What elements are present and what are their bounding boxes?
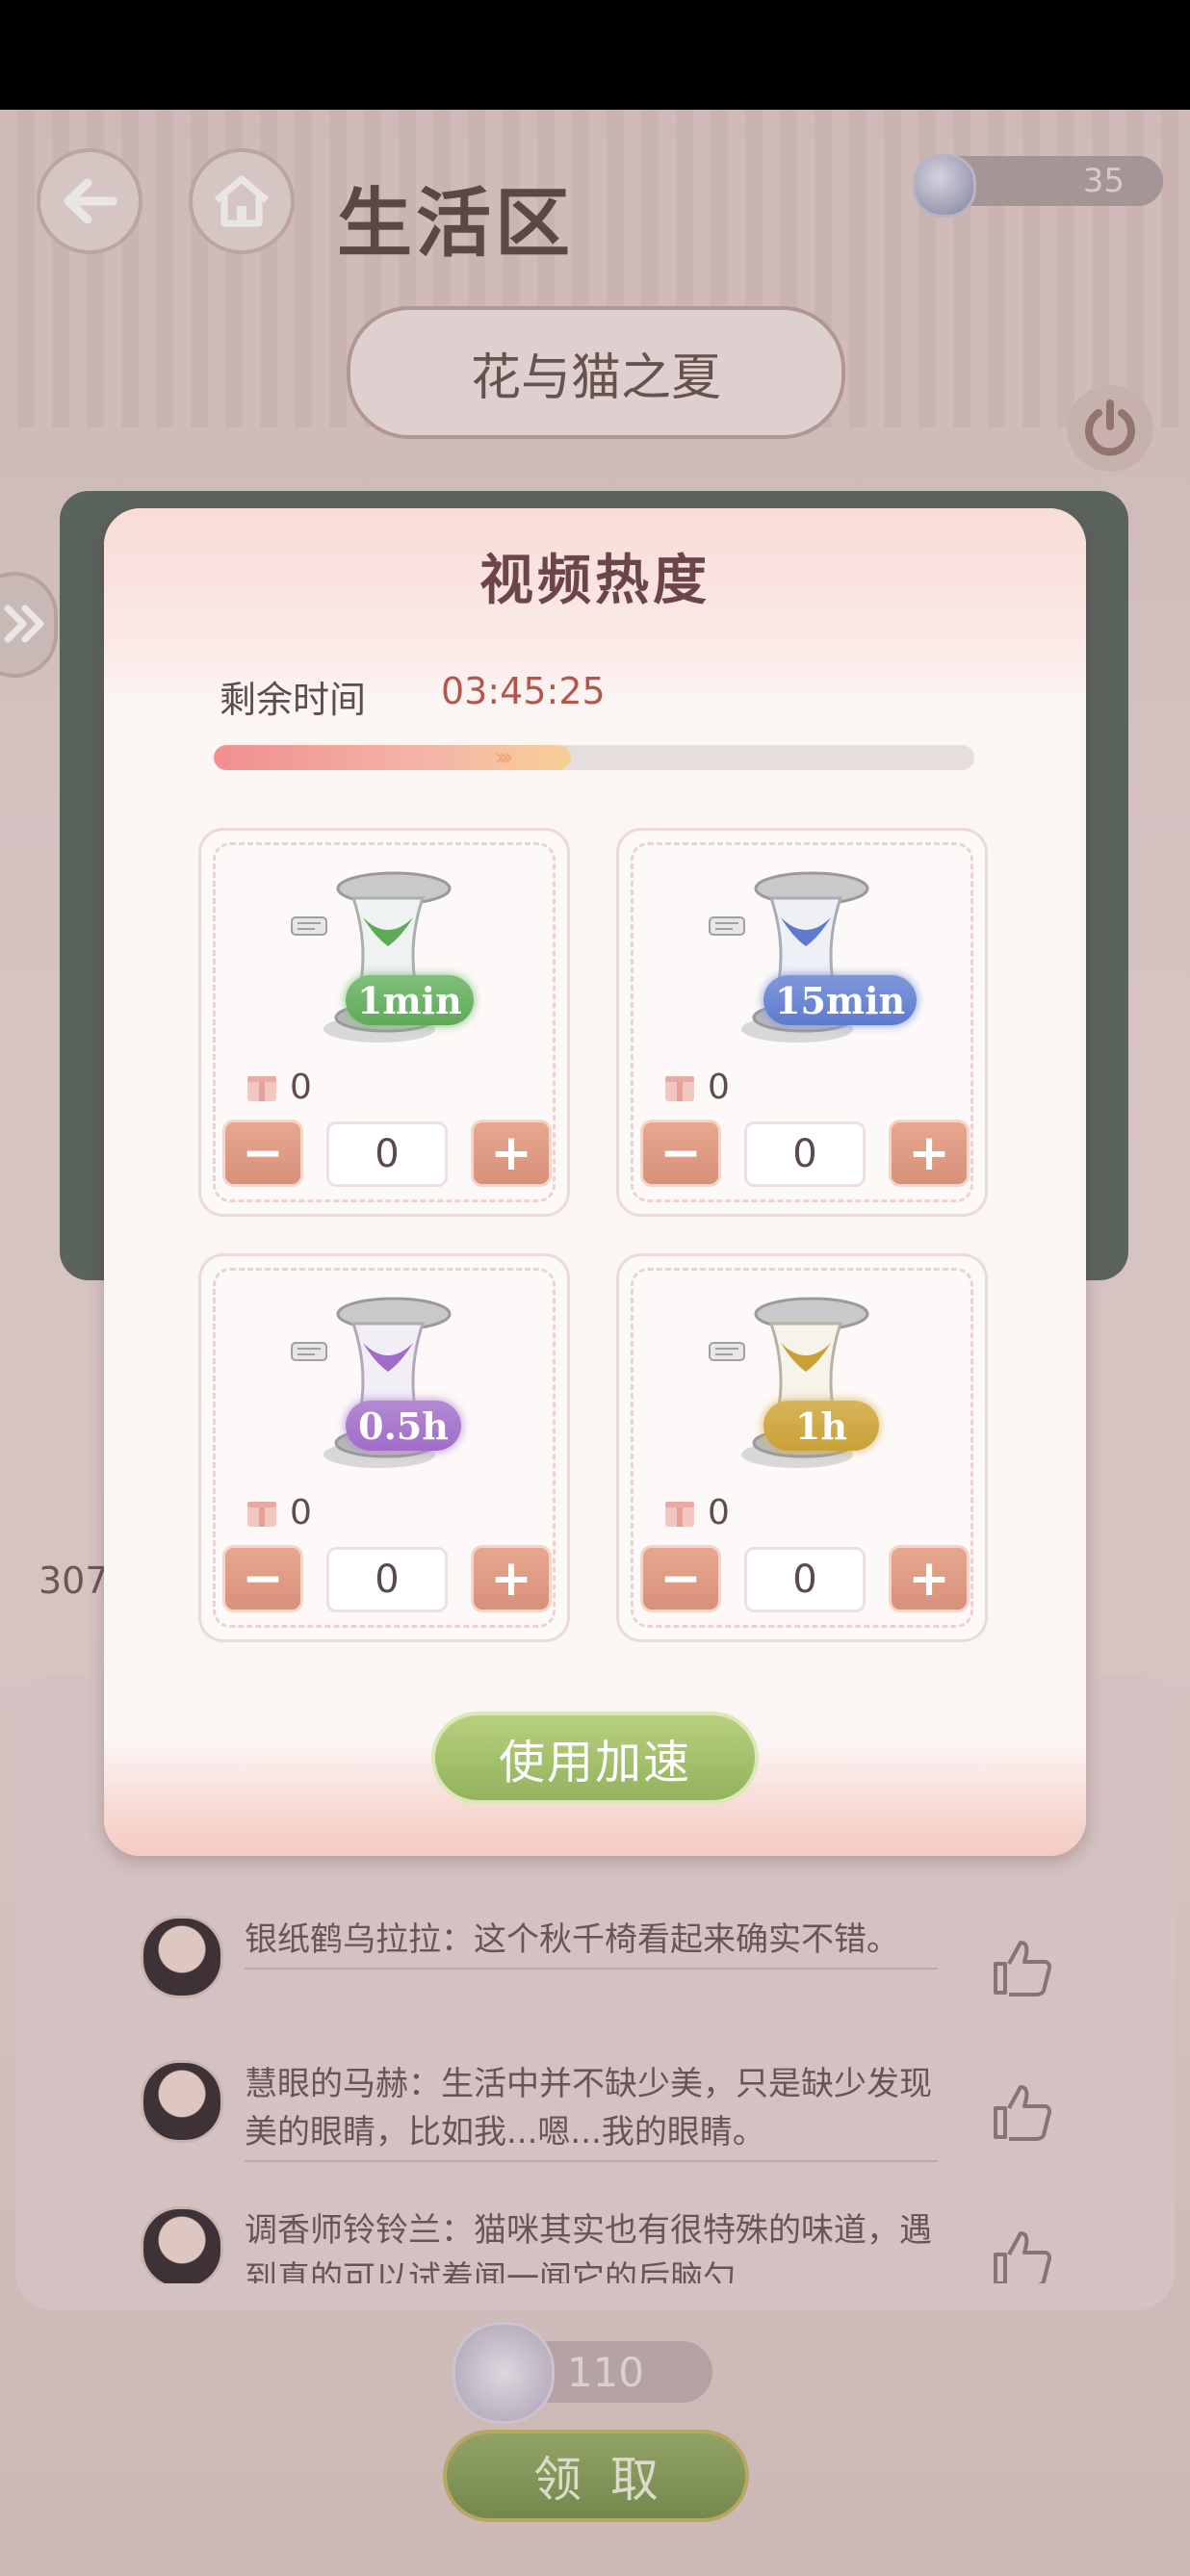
quantity-value[interactable]: 0	[744, 1547, 866, 1612]
owned-count-row: 0	[663, 1068, 730, 1107]
decrease-button[interactable]: −	[222, 1545, 303, 1612]
accelerator-card-1h: 1h 0 − 0 +	[616, 1253, 988, 1642]
use-accelerate-button[interactable]: 使用加速	[431, 1712, 759, 1804]
speed-tag-icon	[291, 1342, 327, 1361]
dialog-title: 视频热度	[479, 549, 711, 612]
speed-tag-icon	[709, 1342, 745, 1361]
duration-label: 0.5h	[346, 1401, 461, 1451]
quantity-value[interactable]: 0	[326, 1547, 448, 1612]
owned-count-row: 0	[246, 1068, 312, 1107]
accelerator-card-15min: 15min 0 − 0 +	[616, 828, 988, 1217]
duration-label: 15min	[763, 975, 918, 1025]
duration-label: 1min	[346, 975, 474, 1025]
decrease-button[interactable]: −	[640, 1120, 721, 1187]
accelerator-card-0.5h: 0.5h 0 − 0 +	[198, 1253, 570, 1642]
owned-count: 0	[708, 1493, 730, 1533]
quantity-value[interactable]: 0	[744, 1121, 866, 1187]
decrease-button[interactable]: −	[640, 1545, 721, 1612]
gift-box-icon	[665, 1501, 694, 1527]
speed-tag-icon	[709, 916, 745, 936]
owned-count: 0	[290, 1068, 312, 1107]
heat-progress-fill	[214, 745, 572, 770]
status-bar	[0, 0, 1190, 110]
video-heat-dialog: 视频热度 剩余时间 03:45:25 ››› 1min 0 − 0 + 15mi…	[104, 508, 1086, 1856]
remaining-time-value: 03:45:25	[441, 670, 606, 712]
quantity-value[interactable]: 0	[326, 1121, 448, 1187]
owned-count: 0	[290, 1493, 312, 1533]
accelerator-card-1min: 1min 0 − 0 +	[198, 828, 570, 1217]
increase-button[interactable]: +	[471, 1120, 552, 1187]
gift-box-icon	[247, 1501, 276, 1527]
progress-chevron-icon: ›››	[494, 745, 513, 770]
owned-count-row: 0	[663, 1493, 730, 1533]
duration-label: 1h	[763, 1401, 879, 1451]
increase-button[interactable]: +	[471, 1545, 552, 1612]
increase-button[interactable]: +	[889, 1120, 970, 1187]
heat-progress-bar: ›››	[214, 745, 974, 770]
owned-count: 0	[708, 1068, 730, 1107]
gift-box-icon	[247, 1075, 276, 1101]
decrease-button[interactable]: −	[222, 1120, 303, 1187]
increase-button[interactable]: +	[889, 1545, 970, 1612]
owned-count-row: 0	[246, 1493, 312, 1533]
gift-box-icon	[665, 1075, 694, 1101]
speed-tag-icon	[291, 916, 327, 936]
remaining-time-label: 剩余时间	[220, 679, 367, 721]
